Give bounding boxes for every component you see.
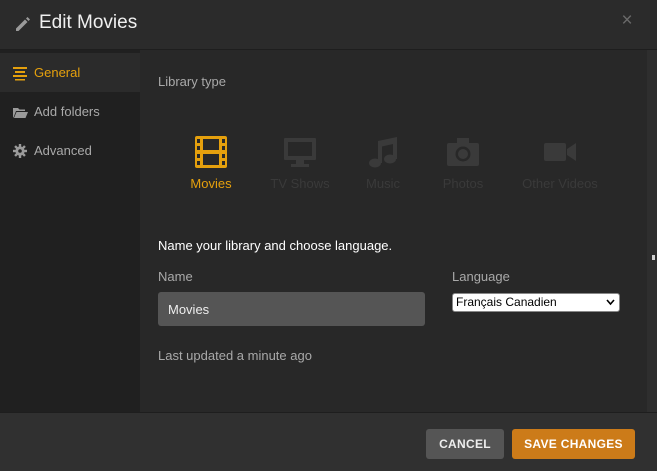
library-type-music[interactable]: Music — [363, 134, 403, 191]
camera-icon — [447, 138, 479, 166]
sidebar-item-label: Advanced — [34, 143, 92, 158]
name-label: Name — [158, 269, 193, 284]
library-type-label-movies: Movies — [190, 176, 232, 191]
modal-header: Edit Movies × — [0, 0, 657, 50]
pencil-icon — [16, 17, 30, 31]
list-lines-icon — [13, 67, 27, 81]
language-select[interactable]: Français Canadien — [452, 293, 620, 312]
chevron-down-icon — [606, 299, 615, 306]
language-select-value: Français Canadien — [456, 295, 557, 309]
library-type-photos[interactable]: Photos — [438, 134, 488, 191]
sidebar-item-general[interactable]: General — [0, 53, 140, 92]
cancel-button[interactable]: CANCEL — [426, 429, 504, 459]
video-camera-icon — [544, 143, 576, 161]
gear-icon — [13, 144, 27, 158]
sidebar-item-label: Add folders — [34, 104, 100, 119]
sidebar-item-add-folders[interactable]: Add folders — [0, 92, 140, 131]
modal-title: Edit Movies — [39, 12, 138, 33]
library-type-other-videos[interactable]: Other Videos — [520, 134, 600, 191]
modal-footer: CANCEL SAVE CHANGES — [0, 412, 657, 471]
library-name-input[interactable] — [158, 292, 425, 326]
library-type-label-music: Music — [366, 176, 400, 191]
library-type-movies[interactable]: Movies — [188, 134, 234, 191]
music-note-icon — [369, 137, 397, 168]
scrollbar-track[interactable] — [647, 50, 657, 412]
main-panel: Library type Movies TV Shows Music Photo… — [140, 50, 647, 412]
library-type-label-tv-shows: TV Shows — [270, 176, 330, 191]
last-updated-text: Last updated a minute ago — [158, 348, 312, 363]
library-type-label-photos: Photos — [442, 176, 484, 191]
section-instruction: Name your library and choose language. — [158, 238, 393, 253]
scrollbar-thumb[interactable] — [652, 255, 655, 260]
film-icon — [195, 136, 227, 168]
library-type-tv-shows[interactable]: TV Shows — [268, 134, 332, 191]
sidebar-item-advanced[interactable]: Advanced — [0, 131, 140, 170]
folder-icon — [13, 108, 28, 118]
sidebar-item-label: General — [34, 65, 81, 80]
save-changes-button[interactable]: SAVE CHANGES — [512, 429, 635, 459]
library-type-label-other-videos: Other Videos — [522, 176, 598, 191]
language-label: Language — [452, 269, 510, 284]
library-type-label: Library type — [158, 74, 226, 89]
sidebar: General Add folders Advanced — [0, 50, 140, 412]
tv-icon — [284, 138, 316, 167]
close-icon[interactable]: × — [619, 11, 635, 31]
